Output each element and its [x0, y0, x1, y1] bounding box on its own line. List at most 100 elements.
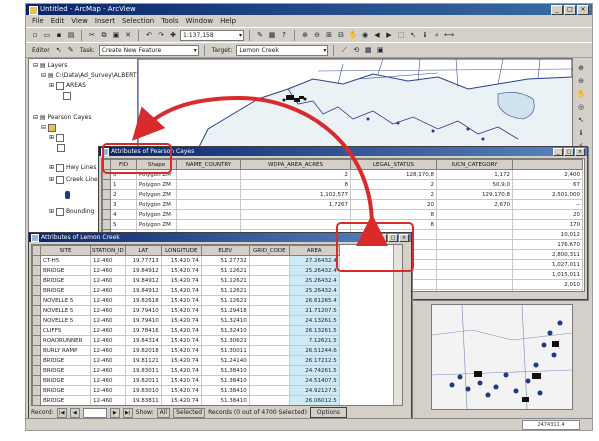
toc-layers[interactable]: ⊟ ▤ Layers — [33, 61, 67, 71]
map-view-bottom[interactable] — [431, 304, 573, 410]
find-icon[interactable]: ⌕ — [432, 30, 442, 40]
table-row[interactable]: BRIDGE 12-460 19.84912 15,420.74 51.12621 25.… — [32, 265, 340, 276]
sketch-properties-icon[interactable]: ▣ — [375, 45, 385, 55]
undo-icon[interactable]: ↶ — [144, 30, 154, 40]
toc-data-path[interactable]: ⊟ ▤ C:\Data\Ad_Survey\ALBERT — [41, 71, 137, 81]
show-all-button[interactable]: All — [156, 407, 171, 418]
delete-icon[interactable]: ✕ — [123, 30, 133, 40]
row-selector[interactable] — [32, 295, 41, 306]
table-row[interactable]: 4 Polygon ZM 8 20 — [102, 209, 583, 220]
row-selector[interactable] — [32, 255, 41, 266]
toc-sub-1[interactable]: ⊞ — [49, 133, 66, 143]
editor-toolbar-icon[interactable]: ✎ — [255, 30, 265, 40]
last-record-button[interactable]: ▶| — [122, 407, 133, 418]
row-selector[interactable] — [32, 335, 41, 346]
toc-bounding[interactable]: ⊞ Bounding — [49, 207, 94, 217]
add-data-icon[interactable]: ✚ — [168, 30, 178, 40]
zoom-out-tool-icon[interactable]: ⊖ — [577, 77, 586, 86]
table-row[interactable]: NOVELLE 5 12-460 19.82618 15,420.74 51.12621… — [32, 295, 340, 306]
row-selector[interactable] — [32, 375, 41, 386]
maximize-button[interactable]: □ — [564, 5, 576, 15]
row-selector[interactable] — [102, 219, 111, 230]
toc-pearson-sub[interactable]: ⊟ — [41, 123, 58, 133]
column-header[interactable] — [512, 159, 583, 170]
menu-help[interactable]: Help — [220, 16, 236, 26]
paste-icon[interactable]: ▣ — [111, 30, 121, 40]
toc-areas[interactable]: ⊞ AREAS — [49, 81, 86, 91]
layer-checkbox[interactable] — [55, 81, 64, 90]
identify-tool-icon[interactable]: ℹ — [577, 129, 586, 138]
dialog-maximize-button[interactable]: □ — [564, 148, 574, 156]
dialog-close-button[interactable]: × — [575, 148, 585, 156]
task-combo[interactable]: Create New Feature — [98, 44, 199, 56]
column-header[interactable]: IUCN_CATEGORY — [436, 159, 513, 170]
options-button[interactable]: Options — [309, 407, 348, 418]
row-selector[interactable] — [102, 179, 111, 190]
split-tool-icon[interactable]: ⟋ — [339, 45, 349, 55]
toc-creek-lines[interactable]: ⊞ Creek Lines — [49, 175, 101, 185]
table-row[interactable]: BURLY RAMP 12-460 19.82018 15,420.74 51.3001… — [32, 345, 340, 356]
attributes-icon[interactable]: ▦ — [363, 45, 373, 55]
record-number-input[interactable] — [82, 407, 107, 418]
table-row[interactable]: 2 Polygon ZM 1,102,577 2 129,170,8 2,501,000 — [102, 189, 583, 200]
sketch-tool-icon[interactable]: ✎ — [66, 45, 76, 55]
rotate-tool-icon[interactable]: ⟲ — [351, 45, 361, 55]
table-row[interactable]: 1 Polygon ZM 8 2 50,9,0 67 — [102, 179, 583, 190]
table-row[interactable]: 3 Polygon ZM 1,7267 20 2,670 -- — [102, 199, 583, 210]
row-selector[interactable] — [102, 209, 111, 220]
row-selector[interactable] — [32, 345, 41, 356]
pan-icon[interactable]: ✋ — [348, 30, 358, 40]
fixed-zoom-in-icon[interactable]: ⊞ — [324, 30, 334, 40]
arrow-tool-icon[interactable]: ↖ — [577, 116, 586, 125]
row-selector[interactable] — [102, 199, 111, 210]
help-icon[interactable]: ? — [279, 30, 289, 40]
column-header[interactable]: LEGAL_STATUS — [350, 159, 437, 170]
menu-tools[interactable]: Tools — [161, 16, 178, 26]
globe-icon[interactable]: ◎ — [577, 103, 586, 112]
layer-checkbox[interactable] — [55, 175, 64, 184]
table-row[interactable]: BRIDGE 12-460 19.84912 15,420.74 51.12621 25.… — [32, 285, 340, 296]
editor-menu[interactable]: Editor — [30, 47, 52, 54]
forward-extent-icon[interactable]: ▶ — [384, 30, 394, 40]
full-extent-icon[interactable]: ◉ — [360, 30, 370, 40]
next-record-button[interactable]: ▶ — [109, 407, 120, 418]
arctoolbox-icon[interactable]: ▦ — [267, 30, 277, 40]
column-header[interactable]: NAME_COUNTRY — [176, 159, 241, 170]
print-icon[interactable]: ▤ — [66, 30, 76, 40]
column-header[interactable]: ELEV — [200, 245, 250, 256]
row-selector[interactable] — [32, 325, 41, 336]
toc-sub-2[interactable] — [57, 143, 67, 153]
layer-checkbox[interactable] — [47, 123, 56, 132]
menu-insert[interactable]: Insert — [95, 16, 115, 26]
table-row[interactable]: NOVELLE 5 12-460 19.79410 15,420.74 51.29418… — [32, 305, 340, 316]
zoom-in-tool-icon[interactable]: ⊕ — [577, 64, 586, 73]
row-selector[interactable] — [32, 305, 41, 316]
column-header[interactable]: STATION_ID — [90, 245, 126, 256]
minimize-button[interactable]: _ — [551, 5, 563, 15]
row-selector[interactable] — [32, 275, 41, 286]
menu-selection[interactable]: Selection — [122, 16, 154, 26]
first-record-button[interactable]: |◀ — [56, 407, 67, 418]
select-elements-icon[interactable]: ↖ — [408, 30, 418, 40]
row-selector[interactable] — [32, 395, 41, 405]
layer-checkbox[interactable] — [55, 163, 64, 172]
menu-window[interactable]: Window — [186, 16, 214, 26]
table-row[interactable]: NOVELLE 5 12-460 19.79410 15,420.74 51.32410… — [32, 315, 340, 326]
table-row[interactable]: CLIFFS 12-460 19.78416 15,420.74 51.32410 26.… — [32, 325, 340, 336]
table-row[interactable]: BRIDGE 12-460 19.81121 15,420.74 51.24140 26.… — [32, 355, 340, 366]
edit-tool-icon[interactable]: ↖ — [54, 45, 64, 55]
row-selector[interactable] — [32, 315, 41, 326]
layer-checkbox[interactable] — [55, 207, 64, 216]
pan-tool-icon[interactable]: ✋ — [577, 90, 586, 99]
table-row[interactable]: BRIDGE 12-460 19.84912 15,420.74 51.12621 25.… — [32, 275, 340, 286]
scale-combo[interactable]: 1:137,158 — [180, 29, 244, 41]
layer-checkbox[interactable] — [57, 143, 65, 152]
toc-hwy-lines[interactable]: ⊞ Hwy Lines — [49, 163, 96, 173]
column-header[interactable]: WDPA_AREA_ACRES — [240, 159, 351, 170]
table-row[interactable]: BRIDGE 12-460 19.83811 15,420.74 51.38410 26.… — [32, 395, 340, 405]
save-icon[interactable]: ▪ — [54, 30, 64, 40]
open-icon[interactable]: ▭ — [42, 30, 52, 40]
identify-icon[interactable]: ℹ — [420, 30, 430, 40]
back-extent-icon[interactable]: ◀ — [372, 30, 382, 40]
layer-checkbox[interactable] — [55, 133, 64, 142]
